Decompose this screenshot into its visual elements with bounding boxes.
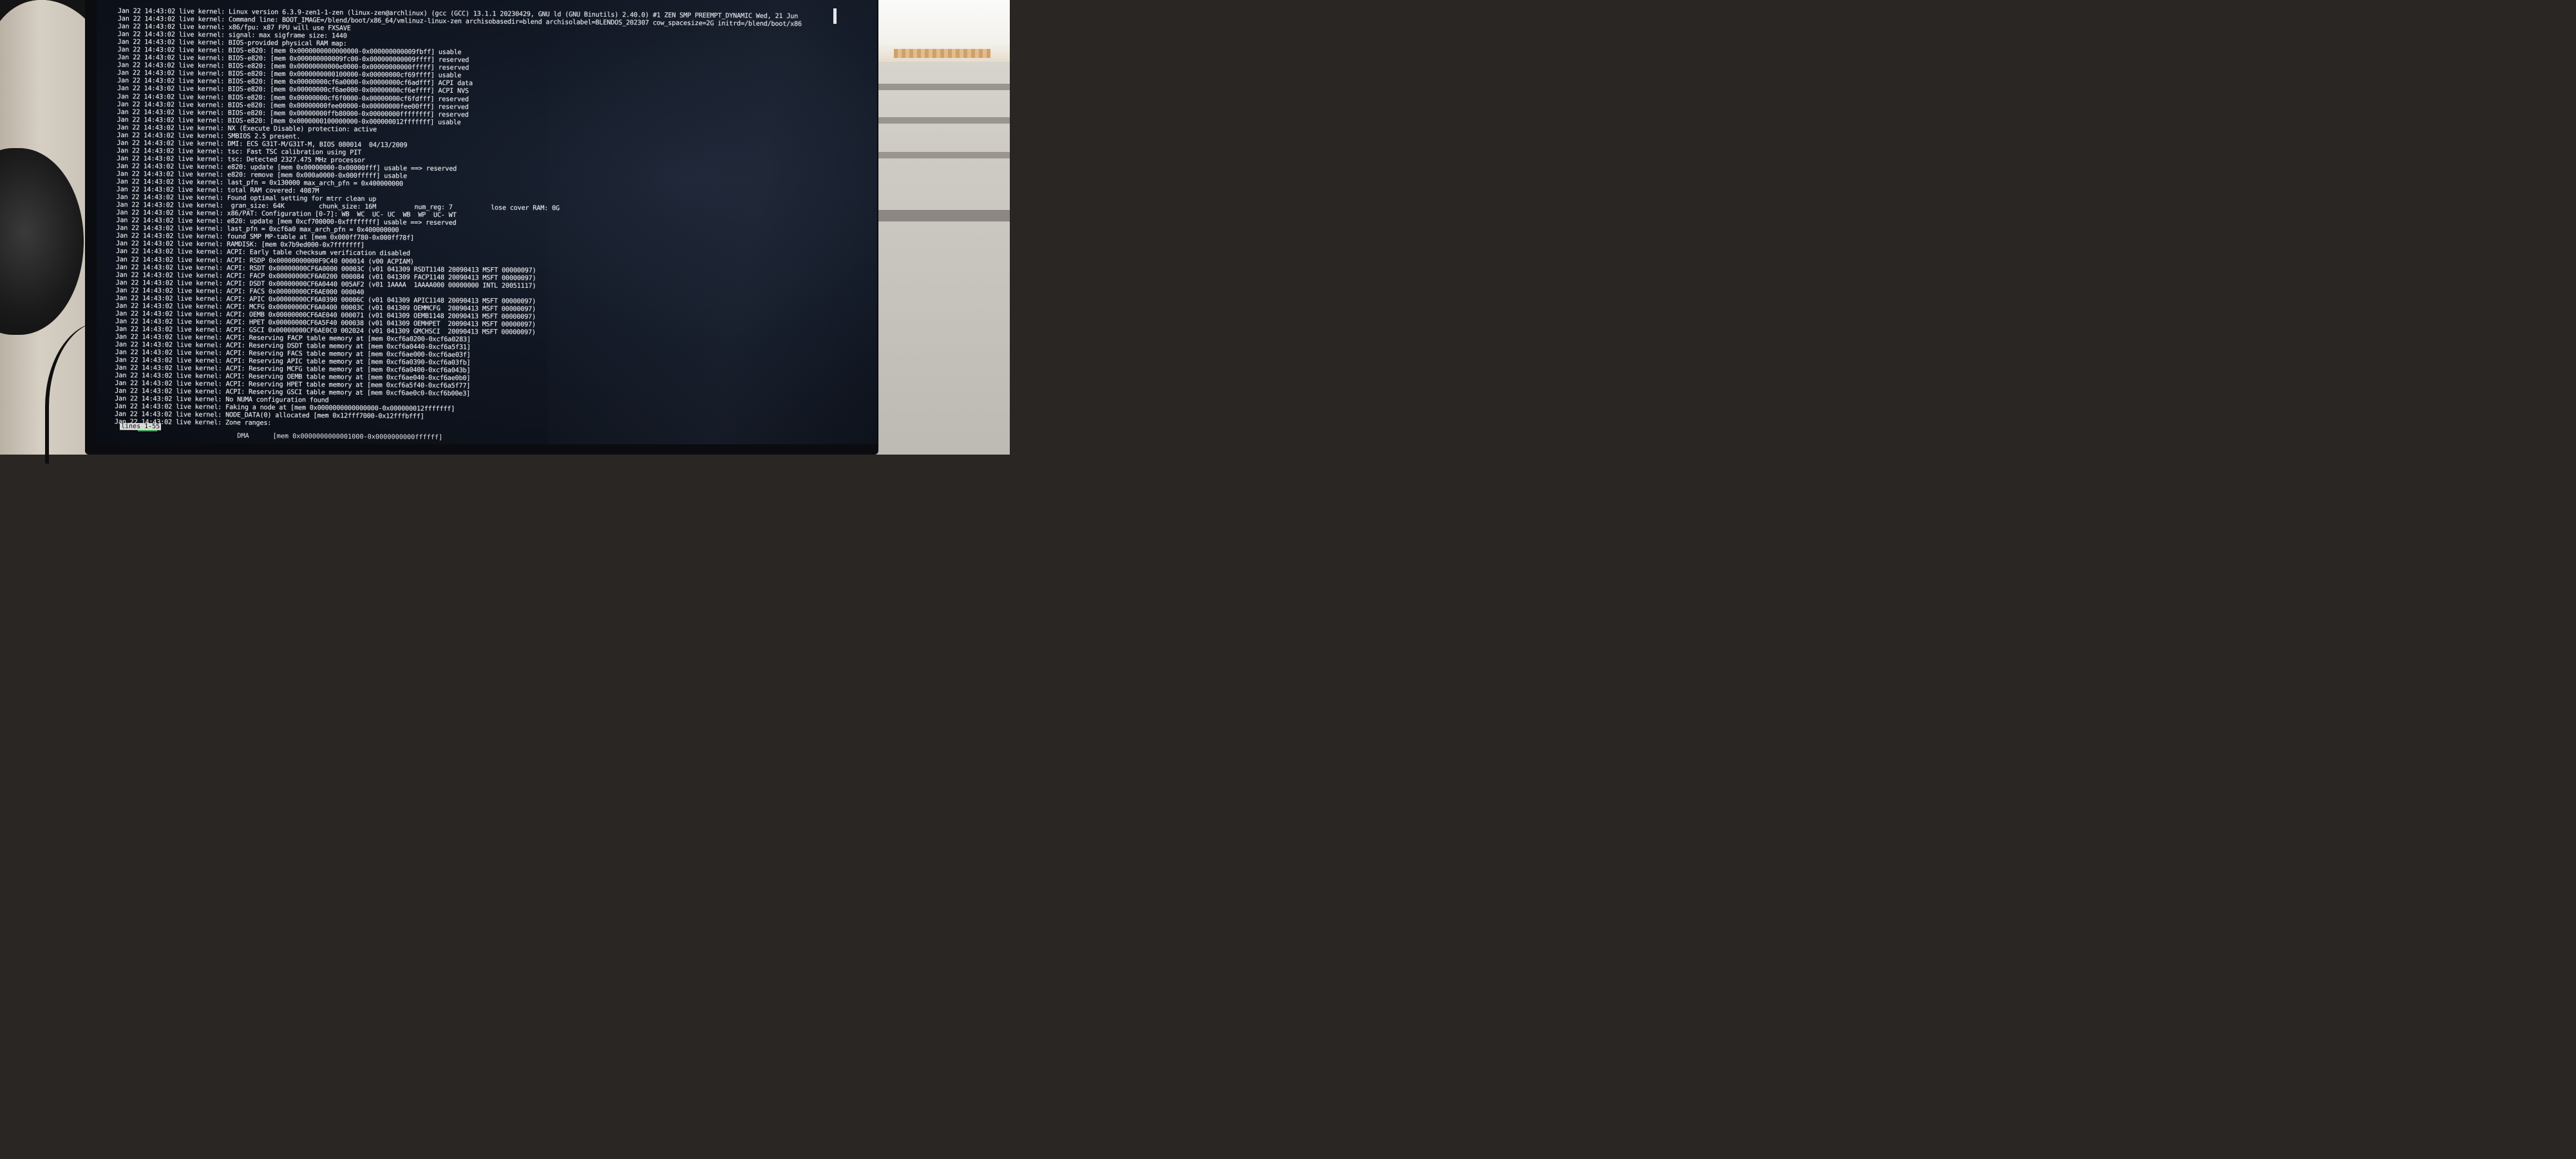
pager-status: lines 1-55 (119, 422, 162, 431)
wall-trim (866, 84, 1010, 90)
window-blind-strip (894, 49, 990, 58)
wall-trim (866, 210, 1010, 221)
log-line-dma: DMA [mem 0x0000000000001000-0x0000000000… (229, 432, 443, 442)
wall-trim (866, 152, 1010, 158)
scroll-indicator (833, 8, 837, 24)
wall-trim (866, 117, 1010, 124)
journal-log[interactable]: Jan 22 14:43:02 live kernel: Linux versi… (115, 8, 802, 432)
wall-right (863, 0, 1010, 455)
pager-cursor (138, 430, 157, 431)
monitor-screen: Jan 22 14:43:02 live kernel: Linux versi… (97, 0, 877, 444)
